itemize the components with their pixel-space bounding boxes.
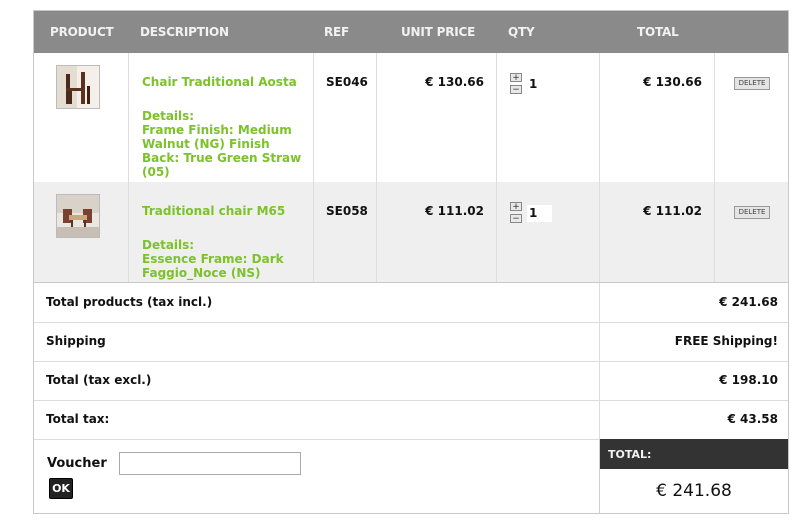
table-header: PRODUCT DESCRIPTION REF UNIT PRICE QTY T… (34, 11, 788, 53)
unit-price: € 111.02 (425, 204, 484, 218)
product-thumbnail[interactable] (56, 65, 100, 109)
summary-row-shipping: Shipping FREE Shipping! (34, 322, 788, 362)
summary-label: Shipping (46, 334, 106, 348)
summary-value: € 43.58 (727, 412, 778, 426)
summary-label: Total (tax excl.) (46, 373, 152, 387)
grand-total-label: TOTAL: (608, 448, 652, 461)
header-ref: REF (324, 25, 350, 39)
shopping-cart-table: PRODUCT DESCRIPTION REF UNIT PRICE QTY T… (33, 10, 789, 514)
unit-price: € 130.66 (425, 75, 484, 89)
product-name-link[interactable]: Traditional chair M65 (142, 204, 285, 218)
quantity-field[interactable]: 1 (527, 205, 552, 222)
summary-value: € 198.10 (719, 373, 778, 387)
product-name-link[interactable]: Chair Traditional Aosta (142, 75, 297, 89)
header-product: PRODUCT (50, 25, 114, 39)
summary-row-total-tax: Total tax: € 43.58 (34, 400, 788, 440)
qty-increase-button[interactable]: + (510, 73, 522, 83)
cart-item-row: Traditional chair M65 Details: Essence F… (34, 182, 788, 283)
header-unit-price: UNIT PRICE (401, 25, 476, 39)
product-details: Details: Frame Finish: Medium Walnut (NG… (142, 109, 302, 179)
header-qty: QTY (508, 25, 535, 39)
voucher-ok-button[interactable]: OK (49, 478, 73, 499)
qty-decrease-button[interactable]: − (510, 214, 522, 224)
quantity-field[interactable]: 1 (527, 76, 552, 93)
line-total: € 130.66 (643, 75, 702, 89)
voucher-label: Voucher (47, 456, 107, 471)
header-total: TOTAL (637, 25, 679, 39)
qty-increase-button[interactable]: + (510, 202, 522, 212)
product-thumbnail[interactable] (56, 194, 100, 238)
summary-row-total-products: Total products (tax incl.) € 241.68 (34, 283, 788, 323)
summary-row-total-tax-excl: Total (tax excl.) € 198.10 (34, 361, 788, 401)
voucher-input[interactable] (119, 452, 301, 475)
cart-item-row: Chair Traditional Aosta Details: Frame F… (34, 53, 788, 183)
summary-label: Total products (tax incl.) (46, 295, 213, 309)
summary-value: FREE Shipping! (674, 334, 778, 348)
line-total: € 111.02 (643, 204, 702, 218)
qty-decrease-button[interactable]: − (510, 85, 522, 95)
product-ref: SE046 (326, 75, 368, 89)
summary-value: € 241.68 (719, 295, 778, 309)
header-description: DESCRIPTION (140, 25, 229, 39)
summary-label: Total tax: (46, 412, 110, 426)
grand-total-value: € 241.68 (656, 481, 732, 501)
grand-total-header: TOTAL: (600, 439, 788, 469)
product-ref: SE058 (326, 204, 368, 218)
delete-button[interactable]: DELETE (734, 77, 770, 90)
delete-button[interactable]: DELETE (734, 206, 770, 219)
product-details: Details: Essence Frame: Dark Faggio_Noce… (142, 238, 284, 280)
